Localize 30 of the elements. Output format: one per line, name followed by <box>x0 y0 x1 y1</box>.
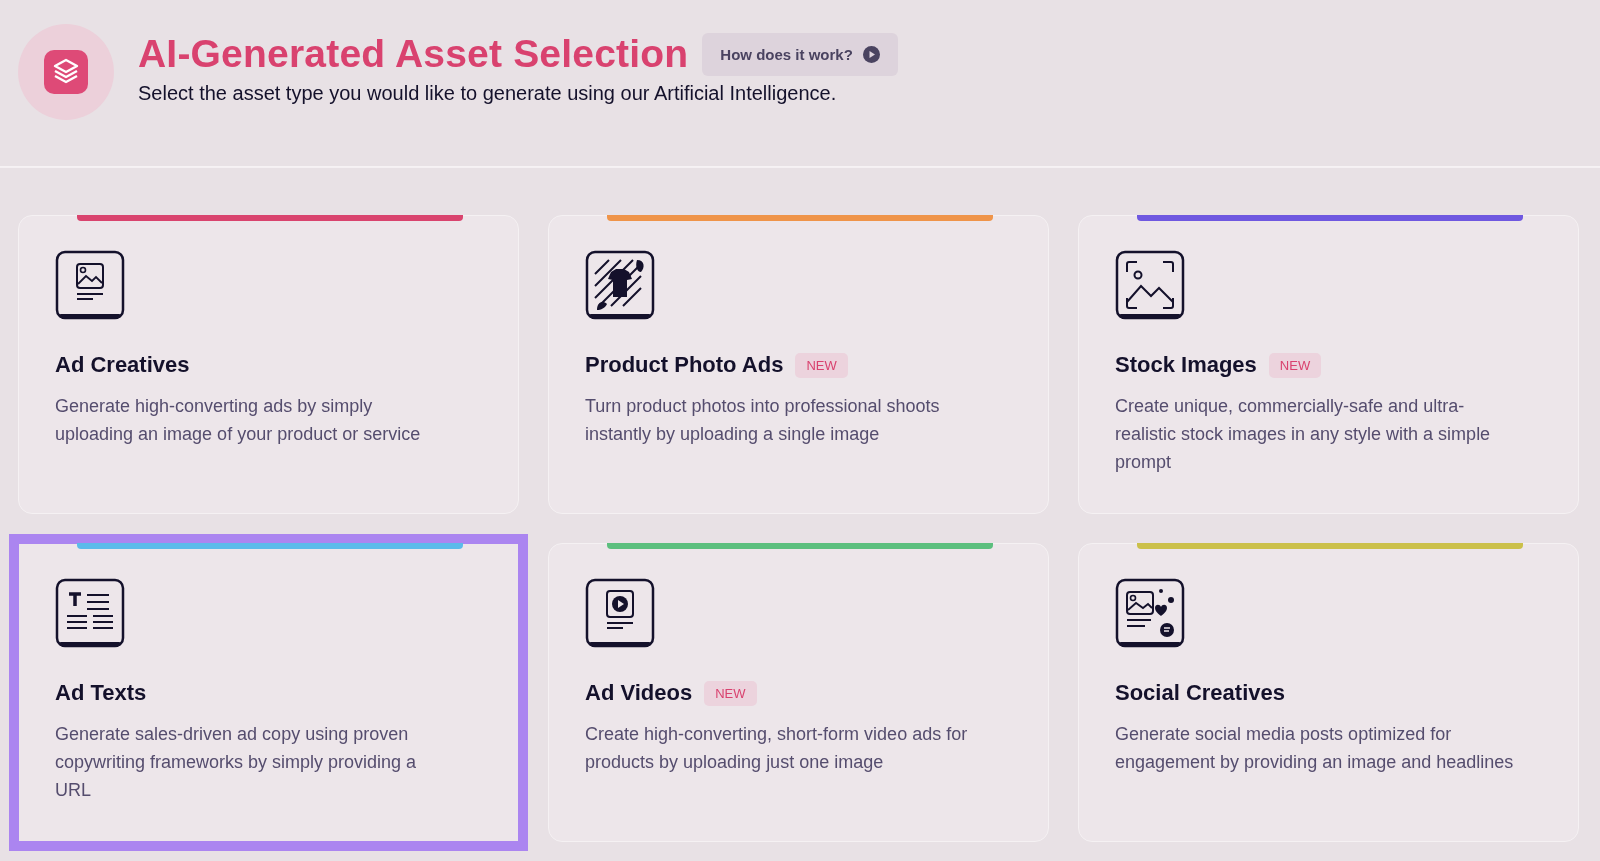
card-title: Social Creatives <box>1115 680 1285 706</box>
card-description: Create unique, commercially-safe and ultra-realistic stock images in any style with a simple prompt <box>1115 395 1492 474</box>
asset-card[interactable]: Social Creatives Generate social media posts optimized for engagement by providing an image and headlines <box>1078 543 1579 842</box>
card-title: Product Photo Ads <box>585 352 784 378</box>
asset-icon <box>585 578 655 648</box>
page-title: AI-Generated Asset Selection <box>138 32 689 76</box>
card-title: Ad Videos <box>585 680 693 706</box>
card-title: Stock Images <box>1115 352 1257 378</box>
card-description: Generate social media posts optimized for engagement by providing an image and headlines <box>1115 723 1515 774</box>
new-badge: NEW <box>1268 352 1322 378</box>
asset-icon <box>1115 250 1185 320</box>
play-icon <box>862 45 880 63</box>
asset-card[interactable]: Ad Creatives Generate high-converting ads by simply uploading an image of your product or service <box>18 215 519 514</box>
asset-icon <box>1115 578 1185 648</box>
card-title: Ad Creatives <box>55 352 190 378</box>
asset-card[interactable]: Product Photo Ads NEW Turn product photos into professional shoots instantly by uploading a single image <box>548 215 1049 514</box>
asset-icon <box>585 250 655 320</box>
new-badge: NEW <box>704 680 757 706</box>
page-subtitle: Select the asset type you would like to generate using our Artificial Intelligence. <box>138 82 838 105</box>
card-description: Generate high-converting ads by simply uploading an image of your product or service <box>55 395 422 446</box>
card-description: Turn product photos into professional shoots instantly by uploading a single image <box>585 395 941 446</box>
asset-icon <box>55 250 125 320</box>
new-badge: NEW <box>795 352 848 378</box>
asset-card[interactable]: Stock Images NEW Create unique, commercially-safe and ultra-realistic stock images in any style with a simple prompt <box>1078 215 1579 514</box>
card-description: Create high-converting, short-form video ads for products by uploading just one image <box>585 723 969 774</box>
asset-icon <box>55 578 125 648</box>
card-description: Generate sales-driven ad copy using proven copywriting frameworks by simply providing a URL <box>55 723 418 802</box>
asset-card[interactable]: Ad Videos NEW Create high-converting, short-form video ads for products by uploading just one image <box>548 543 1049 842</box>
card-title: Ad Texts <box>55 680 147 706</box>
help-button[interactable]: How does it work? <box>702 32 898 76</box>
